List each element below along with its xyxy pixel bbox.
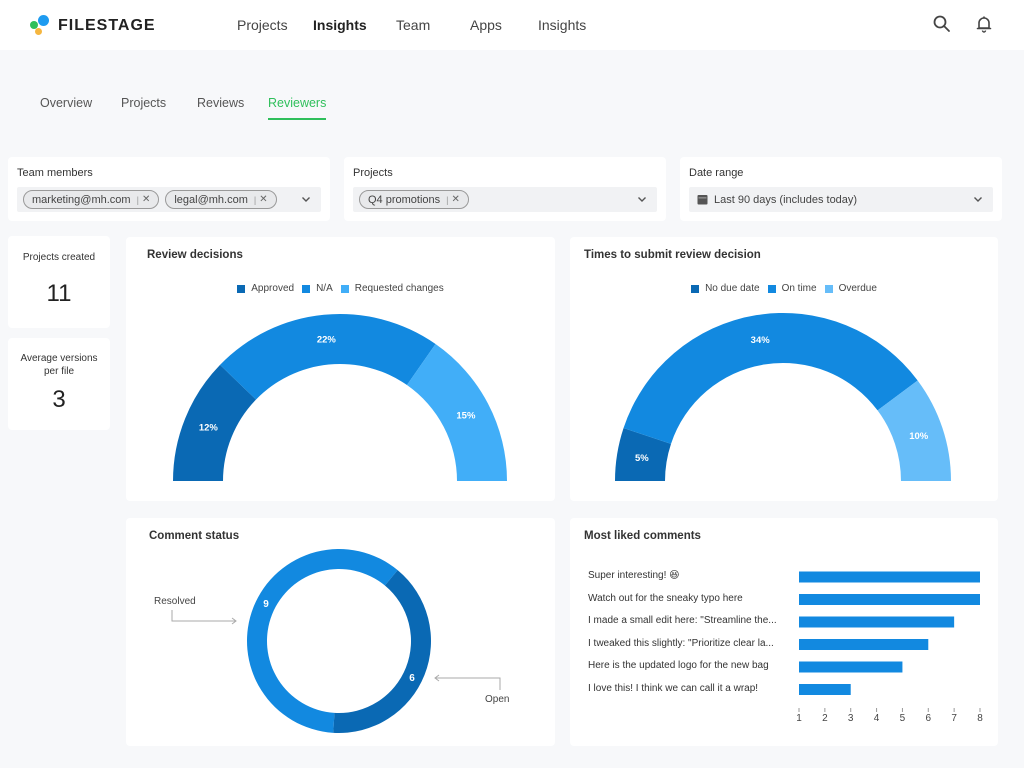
nav-insights-secondary[interactable]: Insights bbox=[538, 0, 586, 50]
bar-category-label: Here is the updated logo for the new bag bbox=[588, 660, 769, 671]
average-versions-card: Average versions per file 3 bbox=[8, 338, 110, 430]
times-to-submit-chart: 5% 34% 10% bbox=[615, 313, 951, 481]
segment-value-label: 5% bbox=[635, 453, 649, 464]
x-tick-label: 7 bbox=[951, 713, 957, 724]
projects-created-card: Projects created 11 bbox=[8, 236, 110, 328]
bar-category-label: Super interesting! 😆 bbox=[588, 570, 680, 581]
stat-value: 11 bbox=[46, 280, 72, 307]
semi-donut-segment[interactable] bbox=[623, 313, 918, 444]
annotation-arrow-open bbox=[435, 677, 501, 690]
nav-team[interactable]: Team bbox=[396, 0, 430, 50]
tab-reviewers[interactable]: Reviewers bbox=[268, 96, 327, 120]
bar[interactable] bbox=[799, 616, 955, 628]
segment-value-label: 15% bbox=[456, 410, 476, 421]
chip-label: marketing@mh.com bbox=[32, 193, 131, 206]
chevron-down-icon[interactable] bbox=[973, 194, 983, 204]
donut-segment-open[interactable] bbox=[333, 570, 432, 733]
bell-icon[interactable] bbox=[974, 14, 994, 34]
stat-label: Average versions per file bbox=[20, 353, 98, 377]
x-tick-label: 6 bbox=[926, 713, 932, 724]
bar-category-label: Watch out for the sneaky typo here bbox=[588, 592, 743, 604]
remove-chip-icon[interactable]: ✕ bbox=[452, 194, 460, 205]
team-members-filter: Team members marketing@mh.com | ✕ legal@… bbox=[8, 157, 330, 221]
chip-separator: | bbox=[253, 194, 257, 205]
chip-team-member: marketing@mh.com | ✕ bbox=[23, 190, 160, 209]
bar[interactable] bbox=[799, 571, 980, 583]
date-range-label: Date range bbox=[689, 167, 744, 179]
x-tick-label: 4 bbox=[874, 713, 880, 724]
bar[interactable] bbox=[799, 594, 980, 605]
times-to-submit-card: Times to submit review decision No due d… bbox=[570, 237, 998, 501]
nav-insights[interactable]: Insights bbox=[313, 0, 367, 50]
chip-label: Q4 promotions bbox=[368, 193, 441, 206]
projects-label: Projects bbox=[353, 167, 393, 179]
search-icon[interactable] bbox=[932, 14, 952, 34]
comment-status-card: Comment status Resolved Open 96 bbox=[126, 518, 555, 746]
x-tick-label: 2 bbox=[822, 713, 828, 724]
bar-category-label: I tweaked this slightly: "Prioritize cle… bbox=[588, 637, 774, 649]
projects-filter: Projects Q4 promotions | ✕ bbox=[344, 157, 666, 221]
remove-chip-icon[interactable]: ✕ bbox=[142, 194, 150, 205]
bar[interactable] bbox=[799, 661, 903, 673]
brand-name: FILESTAGE bbox=[58, 17, 156, 34]
chevron-down-icon[interactable] bbox=[301, 194, 311, 204]
chevron-down-icon[interactable] bbox=[637, 194, 647, 204]
team-members-select[interactable]: marketing@mh.com | ✕ legal@mh.com | ✕ bbox=[17, 187, 321, 212]
segment-value-label: 12% bbox=[199, 423, 219, 434]
stat-value: 3 bbox=[52, 386, 66, 413]
logo-mark-icon bbox=[30, 15, 54, 37]
x-tick-label: 8 bbox=[977, 713, 983, 724]
most-liked-comments-card: Most liked comments 12345678 Super inter… bbox=[570, 518, 998, 746]
bar-category-label: I made a small edit here: "Streamline th… bbox=[588, 615, 777, 626]
segment-value-label: 9 bbox=[263, 599, 269, 610]
projects-select[interactable]: Q4 promotions | ✕ bbox=[353, 187, 657, 212]
segment-value-label: 34% bbox=[751, 335, 771, 346]
team-members-label: Team members bbox=[17, 167, 93, 179]
nav-apps[interactable]: Apps bbox=[470, 0, 502, 50]
most-liked-comments-chart: 1 2 3 4 5 6 7 8 bbox=[796, 571, 983, 724]
x-tick-label: 5 bbox=[900, 713, 906, 724]
comment-status-chart: Resolved Open 9 6 bbox=[154, 549, 509, 733]
chip-separator: | bbox=[446, 194, 449, 205]
remove-chip-icon[interactable]: ✕ bbox=[259, 194, 267, 205]
bar[interactable] bbox=[799, 639, 929, 650]
nav-projects[interactable]: Projects bbox=[237, 0, 288, 50]
review-decisions-card: Review decisions Approved N/A Requested … bbox=[126, 237, 555, 501]
x-tick-label: 3 bbox=[848, 713, 854, 724]
segment-value-label: 10% bbox=[909, 431, 929, 442]
annotation-arrow-resolved bbox=[171, 610, 236, 622]
tab-projects[interactable]: Projects bbox=[121, 96, 166, 118]
top-navigation-bar: FILESTAGE Projects Insights Team Apps In… bbox=[0, 0, 1024, 50]
date-range-filter: Date range Last 90 days (includes today) bbox=[680, 157, 1002, 221]
bar[interactable] bbox=[799, 684, 851, 695]
tab-reviews[interactable]: Reviews bbox=[197, 96, 244, 118]
filestage-logo[interactable]: FILESTAGE bbox=[30, 14, 156, 38]
x-tick-label: 1 bbox=[796, 713, 802, 724]
annotation-open: Open bbox=[485, 694, 509, 705]
chip-project: Q4 promotions | ✕ bbox=[359, 190, 469, 209]
chip-team-member: legal@mh.com | ✕ bbox=[165, 190, 277, 209]
chip-separator: | bbox=[136, 194, 139, 205]
annotation-resolved: Resolved bbox=[154, 596, 196, 607]
chip-label: legal@mh.com bbox=[174, 193, 248, 206]
segment-value-label: 22% bbox=[317, 335, 337, 346]
calendar-icon bbox=[697, 195, 708, 205]
segment-value-label: 6 bbox=[409, 673, 415, 684]
tab-overview[interactable]: Overview bbox=[40, 96, 92, 118]
bar-category-label: I love this! I think we can call it a wr… bbox=[588, 682, 759, 694]
date-range-value: Last 90 days (includes today) bbox=[714, 193, 858, 206]
review-decisions-chart: 12% 22% 15% bbox=[173, 314, 507, 481]
stat-label: Projects created bbox=[22, 252, 96, 263]
semi-donut-segment[interactable] bbox=[220, 314, 436, 400]
date-range-select[interactable]: Last 90 days (includes today) bbox=[689, 187, 993, 212]
